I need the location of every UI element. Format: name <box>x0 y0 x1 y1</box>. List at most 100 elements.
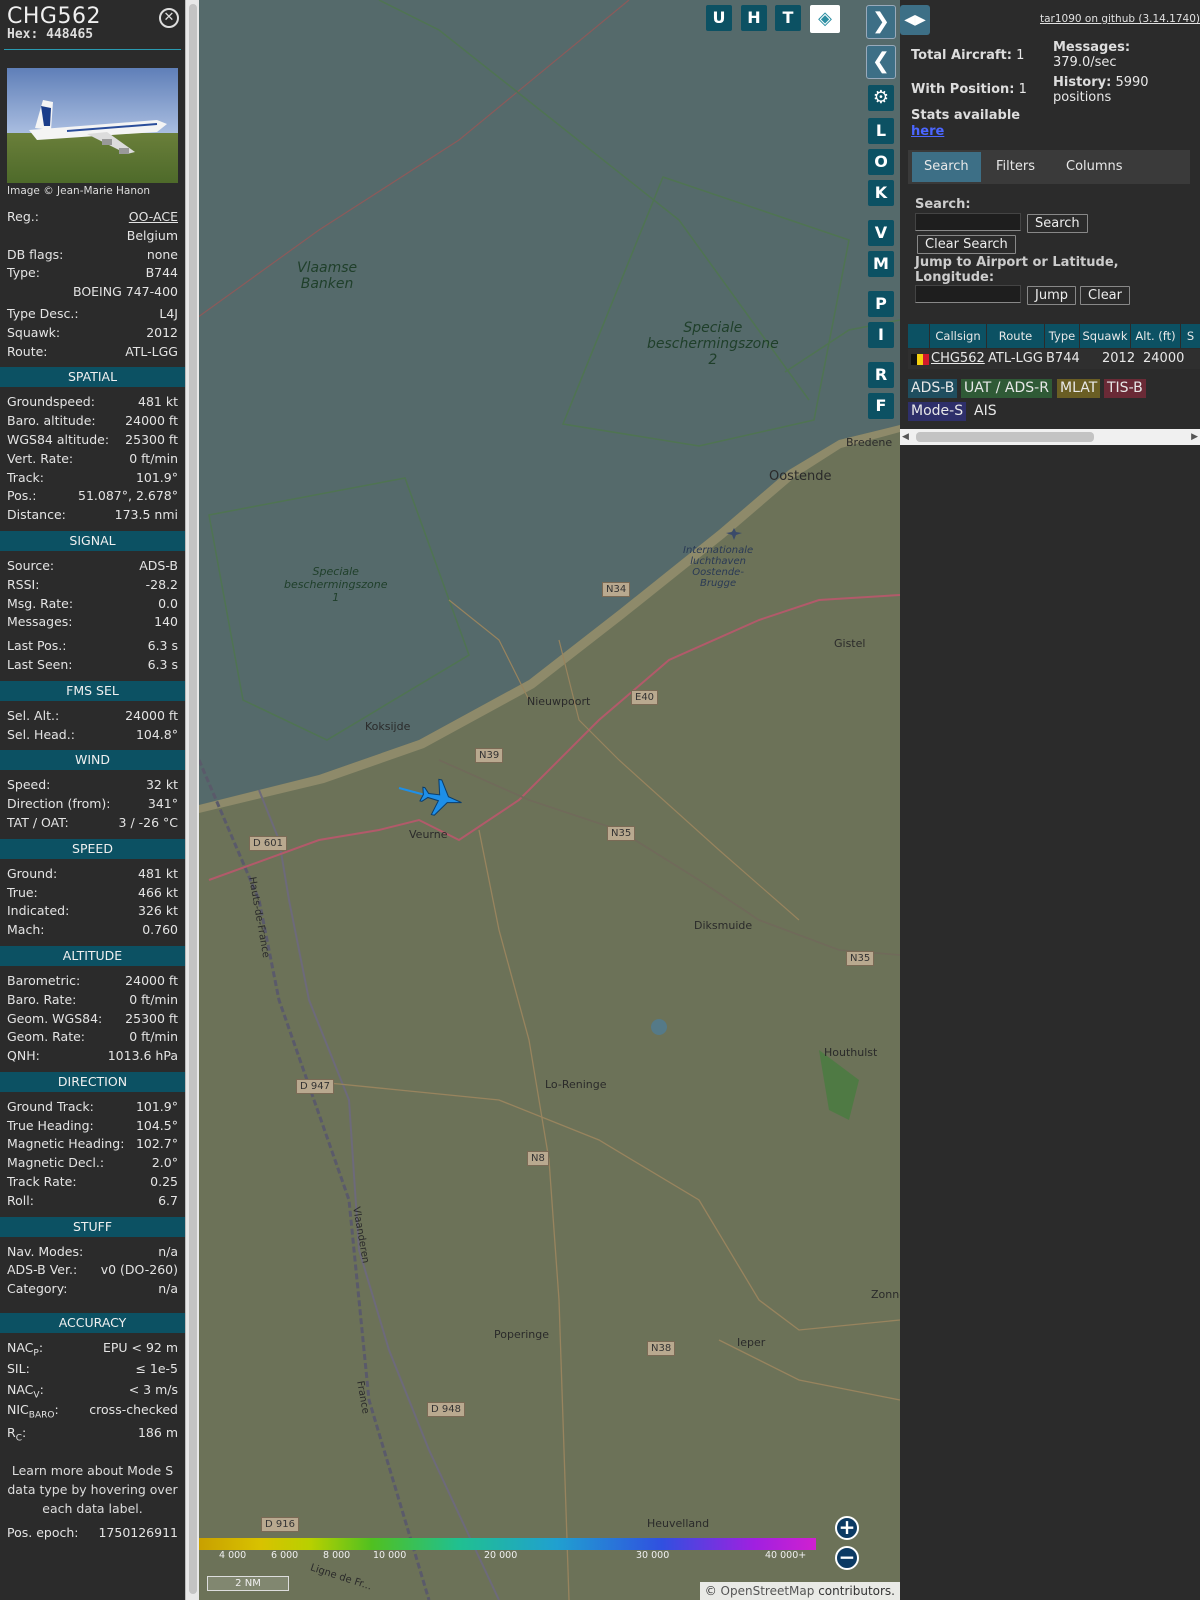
label-poperinge: Poperinge <box>494 1328 550 1341</box>
map-button-o[interactable]: O <box>868 149 894 175</box>
source-chip-uat[interactable]: UAT / ADS-R <box>961 379 1052 398</box>
source-chip-mlat[interactable]: MLAT <box>1057 379 1101 398</box>
direction-label: Magnetic Heading: <box>7 1136 125 1152</box>
direction-label: True Heading: <box>7 1117 94 1133</box>
jump-input[interactable] <box>915 285 1021 303</box>
spatial-label: Pos.: <box>7 488 37 504</box>
jump-button[interactable]: Jump <box>1027 286 1076 305</box>
cell-callsign[interactable]: CHG562 <box>931 349 985 369</box>
scroll-left-arrow-icon[interactable]: ◀ <box>902 432 909 442</box>
speed-value: 481 kt <box>138 865 178 881</box>
speed-row: True: 466 kt <box>0 884 185 903</box>
source-chip-adsb[interactable]: ADS-B <box>908 379 958 398</box>
map-button-l[interactable]: L <box>868 118 894 144</box>
fms-label: Sel. Alt.: <box>7 707 60 723</box>
zoom-out-icon[interactable]: − <box>835 1546 859 1570</box>
epoch-row: Pos. epoch: 1750126911 <box>0 1524 185 1543</box>
hscroll-thumb[interactable] <box>916 432 1094 442</box>
clear-search-button[interactable]: Clear Search <box>917 235 1016 254</box>
stuff-label: ADS-B Ver.: <box>7 1262 78 1278</box>
altitude-value: 1013.6 hPa <box>107 1048 178 1064</box>
altitude-row: Baro. Rate: 0 ft/min <box>0 991 185 1010</box>
clear-jump-button[interactable]: Clear <box>1080 286 1130 305</box>
signal-label: Msg. Rate: <box>7 595 74 611</box>
callsign-title: CHG562 <box>7 4 101 29</box>
osm-link[interactable]: OpenStreetMap <box>721 1584 815 1598</box>
aircraft-marker[interactable] <box>418 776 466 820</box>
sidebar-scrollbar[interactable] <box>185 0 199 1600</box>
signal-label: Messages: <box>7 614 73 630</box>
country-row: Belgium <box>0 227 185 246</box>
aircraft-info-sidebar: CHG562 Hex: 448465 ✕ Image © Jean-Marie … <box>0 0 185 1600</box>
version-link[interactable]: tar1090 on github (3.14.1740) <box>1040 13 1200 25</box>
map-button-i[interactable]: I <box>868 322 894 348</box>
search-button[interactable]: Search <box>1027 214 1088 233</box>
typedesc-label: Type Desc.: <box>7 305 79 321</box>
road-n38: N38 <box>647 1341 676 1356</box>
altitude-label: Barometric: <box>7 972 81 988</box>
scrollbar-thumb[interactable] <box>189 4 197 1594</box>
spatial-value: 481 kt <box>138 394 178 410</box>
scroll-right-arrow-icon[interactable]: ▶ <box>1191 432 1198 442</box>
map-button-k[interactable]: K <box>868 180 894 206</box>
wind-row: TAT / OAT: 3 / -26 °C <box>0 814 185 833</box>
section-accuracy: ACCURACY <box>0 1313 185 1334</box>
col-header-squawk[interactable]: Squawk <box>1080 324 1130 348</box>
left-right-toggle-icon[interactable]: ◀▶ <box>900 5 930 35</box>
tab-search[interactable]: Search <box>912 152 981 182</box>
section-fms: FMS SEL <box>0 680 185 701</box>
col-header-flag[interactable] <box>908 324 929 348</box>
col-header-route[interactable]: Route <box>987 324 1044 348</box>
fms-row: Sel. Alt.: 24000 ft <box>0 707 185 726</box>
spatial-label: Distance: <box>7 507 66 523</box>
signal-label: Last Seen: <box>7 656 73 672</box>
scale-label-40000: 40 000+ <box>765 1550 807 1561</box>
map-button-h[interactable]: H <box>741 5 767 31</box>
scale-label-8000: 8 000 <box>323 1550 351 1561</box>
source-chip-ais[interactable]: AIS <box>971 402 1000 421</box>
cell-squawk: 2012 <box>1102 351 1136 366</box>
col-header-alt[interactable]: Alt. (ft) <box>1131 324 1180 348</box>
settings-gear-icon[interactable]: ⚙ <box>868 85 894 111</box>
altitude-color-scale <box>199 1538 816 1550</box>
col-header-speed[interactable]: S <box>1181 324 1200 348</box>
layers-icon[interactable]: ◈ <box>810 5 840 33</box>
map-button-r[interactable]: R <box>868 362 894 388</box>
section-direction: DIRECTION <box>0 1071 185 1092</box>
table-hscrollbar[interactable]: ◀ ▶ <box>900 429 1200 445</box>
expand-left-icon[interactable]: ❮ <box>866 45 896 79</box>
source-chip-tisb[interactable]: TIS-B <box>1104 379 1146 398</box>
signal-row: RSSI: -28.2 <box>0 576 185 595</box>
zoom-in-icon[interactable]: + <box>835 1516 859 1540</box>
map-view[interactable]: Vlaamse Banken Speciale beschermingszone… <box>199 0 900 1600</box>
route-label: Route: <box>7 343 48 359</box>
search-input[interactable] <box>915 213 1021 231</box>
map-button-t[interactable]: T <box>775 5 801 31</box>
fms-value: 104.8° <box>135 726 178 742</box>
map-button-v[interactable]: V <box>868 220 894 246</box>
tab-filters[interactable]: Filters <box>984 152 1047 182</box>
map-button-p[interactable]: P <box>868 291 894 317</box>
col-header-callsign[interactable]: Callsign <box>930 324 986 348</box>
reg-link[interactable]: OO-ACE <box>129 208 178 227</box>
aircraft-photo[interactable] <box>7 68 178 183</box>
close-icon[interactable]: ✕ <box>159 8 179 28</box>
section-signal: SIGNAL <box>0 530 185 551</box>
map-button-f[interactable]: F <box>868 393 894 419</box>
spatial-value: 24000 ft <box>125 413 178 429</box>
stats-here-link[interactable]: here <box>911 124 944 139</box>
nic-value: cross-checked <box>89 1402 178 1418</box>
direction-row: Track Rate: 0.25 <box>0 1173 185 1192</box>
wind-value: 341° <box>147 796 178 812</box>
map-button-u[interactable]: U <box>706 5 732 31</box>
tab-columns[interactable]: Columns <box>1054 152 1135 182</box>
map-button-m[interactable]: M <box>868 251 894 277</box>
spatial-row: Track: 101.9° <box>0 469 185 488</box>
epoch-value: 1750126911 <box>98 1525 178 1541</box>
signal-label: RSSI: <box>7 576 40 592</box>
label-speciale-1: Speciale beschermingszone 1 <box>284 565 388 604</box>
collapse-right-icon[interactable]: ❯ <box>866 5 896 39</box>
source-chip-modes[interactable]: Mode-S <box>908 402 967 421</box>
signal-value: 6.3 s <box>147 638 178 654</box>
col-header-type[interactable]: Type <box>1045 324 1079 348</box>
